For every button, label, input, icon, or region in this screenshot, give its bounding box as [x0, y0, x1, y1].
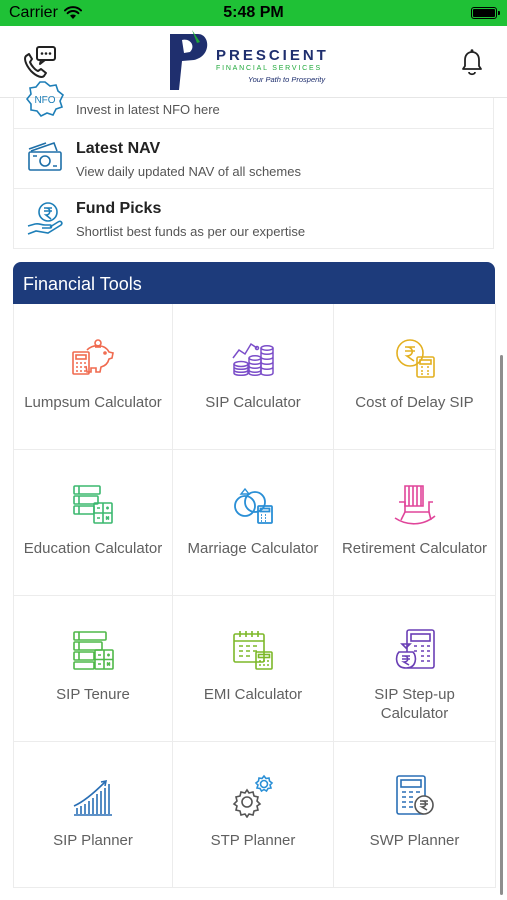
book-calculator-icon: [73, 485, 113, 524]
menu-fund-picks-desc: Shortlist best funds as per our expertis…: [76, 224, 306, 239]
battery-icon: [471, 7, 500, 19]
wifi-icon: [63, 6, 82, 19]
rocking-chair-icon: [394, 485, 436, 525]
tool-sip-calculator[interactable]: SIP Calculator: [173, 304, 334, 450]
tool-label: SIP Planner: [53, 832, 133, 849]
calculator-rupee-icon: [395, 775, 434, 815]
tool-label: SIP Tenure: [56, 686, 130, 703]
tool-marriage-calculator[interactable]: Marriage Calculator: [173, 450, 334, 596]
status-bar: Carrier 5:48 PM: [0, 0, 507, 26]
bell-icon[interactable]: [458, 48, 486, 78]
tool-label: Lumpsum Calculator: [24, 394, 162, 411]
nfo-icon: NFO: [26, 81, 64, 118]
carrier-label: Carrier: [9, 4, 58, 21]
rupee-calculator-icon: [395, 339, 435, 378]
menu-fund-picks-title: Fund Picks: [76, 200, 162, 217]
tool-swp-planner[interactable]: SWP Planner: [334, 742, 496, 888]
financial-tools-header: Financial Tools: [13, 262, 495, 304]
moneybag-calculator-icon: [395, 629, 435, 669]
scrollbar[interactable]: [500, 355, 503, 895]
logo-subtitle: FINANCIAL SERVICES: [216, 65, 322, 72]
piggy-calculator-icon: [72, 339, 114, 375]
logo-title: PRESCIENT: [216, 47, 329, 64]
tool-sip-planner[interactable]: SIP Planner: [14, 742, 173, 888]
svg-text:NFO: NFO: [34, 95, 55, 106]
menu-nfo-desc: Invest in latest NFO here: [76, 102, 220, 117]
tool-label: Marriage Calculator: [187, 540, 319, 557]
financial-tools-grid: Lumpsum Calculator SIP Calculator Cost o…: [13, 304, 496, 888]
growth-bars-icon: [73, 779, 112, 816]
tool-label: SWP Planner: [369, 832, 460, 849]
tool-sip-step-up-calculator[interactable]: SIP Step-up Calculator: [334, 596, 496, 742]
tool-label: EMI Calculator: [203, 686, 303, 703]
tool-retirement-calculator[interactable]: Retirement Calculator: [334, 450, 496, 596]
calendar-calculator-icon: [233, 631, 273, 670]
tool-label: STP Planner: [210, 832, 296, 849]
brand-logo: PRESCIENT FINANCIAL SERVICES Your Path t…: [164, 28, 344, 94]
logo-mark: [170, 30, 208, 90]
tool-label: Retirement Calculator: [341, 540, 488, 557]
status-left: Carrier: [9, 4, 82, 22]
tool-sip-tenure[interactable]: SIP Tenure: [14, 596, 173, 742]
coins-chart-icon: [232, 342, 274, 376]
tool-lumpsum-calculator[interactable]: Lumpsum Calculator: [14, 304, 173, 450]
menu-latest-nav-title: Latest NAV: [76, 140, 161, 157]
tool-label: Cost of Delay SIP: [355, 394, 474, 411]
tool-label: Education Calculator: [23, 540, 163, 557]
gears-icon: [232, 774, 274, 818]
menu-item-latest-nav[interactable]: Latest NAV View daily updated NAV of all…: [14, 129, 493, 189]
menu-item-nfo[interactable]: NFO Invest in latest NFO here: [14, 81, 493, 129]
menu-item-fund-picks[interactable]: Fund Picks Shortlist best funds as per o…: [14, 189, 493, 249]
stack-calculator-icon: [73, 631, 114, 670]
tool-education-calculator[interactable]: Education Calculator: [14, 450, 173, 596]
call-chat-icon[interactable]: [20, 44, 58, 80]
tool-stp-planner[interactable]: STP Planner: [173, 742, 334, 888]
menu-latest-nav-desc: View daily updated NAV of all schemes: [76, 164, 301, 179]
tool-label: SIP Step-up Calculator: [374, 686, 455, 722]
rings-calculator-icon: [234, 487, 273, 524]
services-list: NFO Invest in latest NFO here Latest NAV…: [13, 81, 494, 249]
app-header: PRESCIENT FINANCIAL SERVICES Your Path t…: [0, 26, 507, 98]
tool-emi-calculator[interactable]: EMI Calculator: [173, 596, 334, 742]
money-icon: [28, 141, 62, 171]
rupee-hand-icon: [27, 202, 63, 235]
logo-tagline: Your Path to Prosperity: [248, 75, 326, 84]
tool-label: SIP Calculator: [205, 394, 301, 411]
tool-cost-of-delay-sip[interactable]: Cost of Delay SIP: [334, 304, 496, 450]
